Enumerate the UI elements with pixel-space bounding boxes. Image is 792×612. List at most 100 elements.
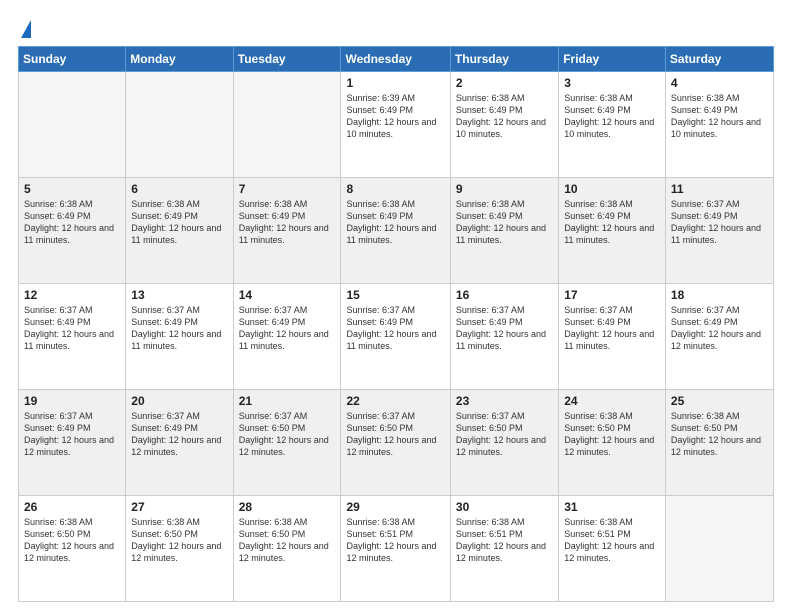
page: SundayMondayTuesdayWednesdayThursdayFrid… xyxy=(0,0,792,612)
day-info: Sunrise: 6:38 AM Sunset: 6:50 PM Dayligh… xyxy=(24,516,120,565)
calendar-day-cell: 19 Sunrise: 6:37 AM Sunset: 6:49 PM Dayli… xyxy=(19,390,126,496)
day-info: Sunrise: 6:38 AM Sunset: 6:49 PM Dayligh… xyxy=(456,198,553,247)
day-info: Sunrise: 6:39 AM Sunset: 6:49 PM Dayligh… xyxy=(346,92,444,141)
logo xyxy=(18,18,31,38)
day-info: Sunrise: 6:37 AM Sunset: 6:49 PM Dayligh… xyxy=(24,304,120,353)
day-number: 10 xyxy=(564,182,660,196)
calendar-day-cell: 27 Sunrise: 6:38 AM Sunset: 6:50 PM Dayli… xyxy=(126,496,233,602)
day-number: 16 xyxy=(456,288,553,302)
day-number: 28 xyxy=(239,500,336,514)
calendar-day-cell: 8Sunrise: 6:38 AM Sunset: 6:49 PM Daylig… xyxy=(341,178,450,284)
calendar-day-cell: 2 Sunrise: 6:38 AM Sunset: 6:49 PM Daylig… xyxy=(450,72,558,178)
calendar-header-monday: Monday xyxy=(126,47,233,72)
day-number: 7 xyxy=(239,182,336,196)
day-number: 17 xyxy=(564,288,660,302)
calendar-week-row: 12 Sunrise: 6:37 AM Sunset: 6:49 PM Dayli… xyxy=(19,284,774,390)
calendar-day-cell xyxy=(19,72,126,178)
day-number: 11 xyxy=(671,182,768,196)
calendar-day-cell: 11Sunrise: 6:37 AM Sunset: 6:49 PM Dayli… xyxy=(665,178,773,284)
calendar-week-row: 5 Sunrise: 6:38 AM Sunset: 6:49 PM Daylig… xyxy=(19,178,774,284)
day-number: 20 xyxy=(131,394,227,408)
day-info: Sunrise: 6:37 AM Sunset: 6:50 PM Dayligh… xyxy=(456,410,553,459)
day-number: 31 xyxy=(564,500,660,514)
calendar-day-cell: 29 Sunrise: 6:38 AM Sunset: 6:51 PM Dayli… xyxy=(341,496,450,602)
calendar-table: SundayMondayTuesdayWednesdayThursdayFrid… xyxy=(18,46,774,602)
day-info: Sunrise: 6:38 AM Sunset: 6:51 PM Dayligh… xyxy=(456,516,553,565)
calendar-day-cell: 18 Sunrise: 6:37 AM Sunset: 6:49 PM Dayli… xyxy=(665,284,773,390)
day-info: Sunrise: 6:37 AM Sunset: 6:49 PM Dayligh… xyxy=(239,304,336,353)
day-info: Sunrise: 6:38 AM Sunset: 6:49 PM Dayligh… xyxy=(456,92,553,141)
day-info: Sunrise: 6:37 AM Sunset: 6:49 PM Dayligh… xyxy=(131,304,227,353)
calendar-day-cell: 21 Sunrise: 6:37 AM Sunset: 6:50 PM Dayli… xyxy=(233,390,341,496)
calendar-day-cell: 22 Sunrise: 6:37 AM Sunset: 6:50 PM Dayli… xyxy=(341,390,450,496)
logo-triangle-icon xyxy=(21,20,31,38)
day-number: 2 xyxy=(456,76,553,90)
day-number: 3 xyxy=(564,76,660,90)
day-number: 27 xyxy=(131,500,227,514)
calendar-day-cell: 5 Sunrise: 6:38 AM Sunset: 6:49 PM Daylig… xyxy=(19,178,126,284)
day-number: 6 xyxy=(131,182,227,196)
day-info: Sunrise: 6:38 AM Sunset: 6:50 PM Dayligh… xyxy=(564,410,660,459)
day-info: Sunrise: 6:37 AM Sunset: 6:49 PM Dayligh… xyxy=(456,304,553,353)
day-number: 5 xyxy=(24,182,120,196)
day-number: 22 xyxy=(346,394,444,408)
day-number: 12 xyxy=(24,288,120,302)
calendar-day-cell: 28 Sunrise: 6:38 AM Sunset: 6:50 PM Dayli… xyxy=(233,496,341,602)
calendar-header-sunday: Sunday xyxy=(19,47,126,72)
calendar-header-row: SundayMondayTuesdayWednesdayThursdayFrid… xyxy=(19,47,774,72)
header xyxy=(18,18,774,38)
day-number: 13 xyxy=(131,288,227,302)
calendar-day-cell: 26 Sunrise: 6:38 AM Sunset: 6:50 PM Dayli… xyxy=(19,496,126,602)
day-info: Sunrise: 6:37 AM Sunset: 6:50 PM Dayligh… xyxy=(239,410,336,459)
day-info: Sunrise: 6:37 AM Sunset: 6:50 PM Dayligh… xyxy=(346,410,444,459)
day-number: 25 xyxy=(671,394,768,408)
calendar-header-tuesday: Tuesday xyxy=(233,47,341,72)
calendar-day-cell: 14Sunrise: 6:37 AM Sunset: 6:49 PM Dayli… xyxy=(233,284,341,390)
day-number: 1 xyxy=(346,76,444,90)
day-number: 26 xyxy=(24,500,120,514)
day-info: Sunrise: 6:38 AM Sunset: 6:49 PM Dayligh… xyxy=(239,198,336,247)
calendar-day-cell: 17 Sunrise: 6:37 AM Sunset: 6:49 PM Dayli… xyxy=(559,284,666,390)
calendar-day-cell: 31 Sunrise: 6:38 AM Sunset: 6:51 PM Dayli… xyxy=(559,496,666,602)
day-info: Sunrise: 6:37 AM Sunset: 6:49 PM Dayligh… xyxy=(24,410,120,459)
day-number: 29 xyxy=(346,500,444,514)
day-info: Sunrise: 6:38 AM Sunset: 6:49 PM Dayligh… xyxy=(564,92,660,141)
day-number: 19 xyxy=(24,394,120,408)
calendar-day-cell xyxy=(126,72,233,178)
day-info: Sunrise: 6:38 AM Sunset: 6:49 PM Dayligh… xyxy=(24,198,120,247)
day-number: 24 xyxy=(564,394,660,408)
day-info: Sunrise: 6:38 AM Sunset: 6:50 PM Dayligh… xyxy=(671,410,768,459)
day-info: Sunrise: 6:38 AM Sunset: 6:51 PM Dayligh… xyxy=(346,516,444,565)
calendar-day-cell: 1 Sunrise: 6:39 AM Sunset: 6:49 PM Daylig… xyxy=(341,72,450,178)
calendar-day-cell xyxy=(665,496,773,602)
calendar-header-friday: Friday xyxy=(559,47,666,72)
calendar-day-cell: 7 Sunrise: 6:38 AM Sunset: 6:49 PM Daylig… xyxy=(233,178,341,284)
day-info: Sunrise: 6:37 AM Sunset: 6:49 PM Dayligh… xyxy=(564,304,660,353)
calendar-week-row: 26 Sunrise: 6:38 AM Sunset: 6:50 PM Dayli… xyxy=(19,496,774,602)
calendar-week-row: 19 Sunrise: 6:37 AM Sunset: 6:49 PM Dayli… xyxy=(19,390,774,496)
calendar-day-cell: 4 Sunrise: 6:38 AM Sunset: 6:49 PM Daylig… xyxy=(665,72,773,178)
day-info: Sunrise: 6:37 AM Sunset: 6:49 PM Dayligh… xyxy=(671,304,768,353)
calendar-day-cell: 20Sunrise: 6:37 AM Sunset: 6:49 PM Dayli… xyxy=(126,390,233,496)
calendar-day-cell: 3 Sunrise: 6:38 AM Sunset: 6:49 PM Daylig… xyxy=(559,72,666,178)
day-info: Sunrise: 6:38 AM Sunset: 6:51 PM Dayligh… xyxy=(564,516,660,565)
calendar-day-cell: 12 Sunrise: 6:37 AM Sunset: 6:49 PM Dayli… xyxy=(19,284,126,390)
calendar-header-saturday: Saturday xyxy=(665,47,773,72)
day-number: 21 xyxy=(239,394,336,408)
calendar-day-cell xyxy=(233,72,341,178)
day-number: 23 xyxy=(456,394,553,408)
day-info: Sunrise: 6:38 AM Sunset: 6:50 PM Dayligh… xyxy=(131,516,227,565)
day-number: 18 xyxy=(671,288,768,302)
calendar-day-cell: 30Sunrise: 6:38 AM Sunset: 6:51 PM Dayli… xyxy=(450,496,558,602)
day-number: 4 xyxy=(671,76,768,90)
calendar-header-wednesday: Wednesday xyxy=(341,47,450,72)
calendar-day-cell: 15Sunrise: 6:37 AM Sunset: 6:49 PM Dayli… xyxy=(341,284,450,390)
calendar-day-cell: 9 Sunrise: 6:38 AM Sunset: 6:49 PM Daylig… xyxy=(450,178,558,284)
calendar-week-row: 1 Sunrise: 6:39 AM Sunset: 6:49 PM Daylig… xyxy=(19,72,774,178)
calendar-day-cell: 16 Sunrise: 6:37 AM Sunset: 6:49 PM Dayli… xyxy=(450,284,558,390)
day-info: Sunrise: 6:38 AM Sunset: 6:49 PM Dayligh… xyxy=(346,198,444,247)
calendar-day-cell: 13 Sunrise: 6:37 AM Sunset: 6:49 PM Dayli… xyxy=(126,284,233,390)
day-info: Sunrise: 6:38 AM Sunset: 6:49 PM Dayligh… xyxy=(671,92,768,141)
day-number: 9 xyxy=(456,182,553,196)
day-info: Sunrise: 6:38 AM Sunset: 6:50 PM Dayligh… xyxy=(239,516,336,565)
